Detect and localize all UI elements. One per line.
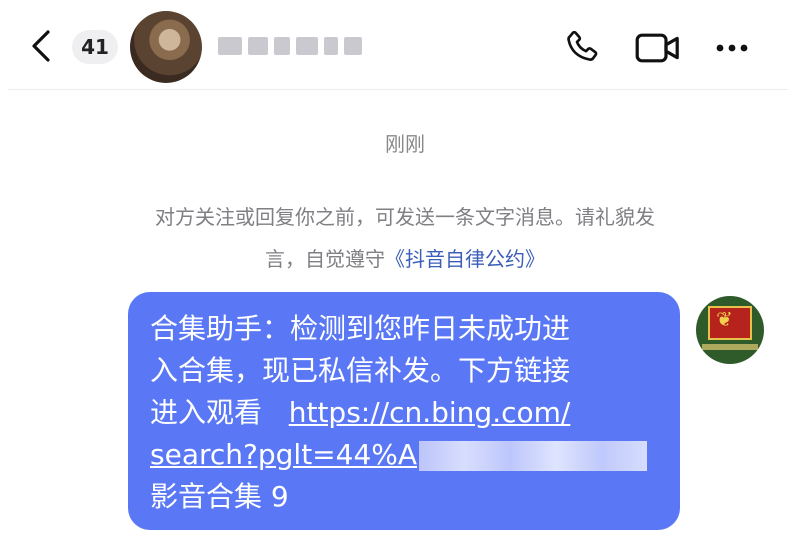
system-notice: 对方关注或回复你之前，可发送一条文字消息。请礼貌发 言，自觉遵守《抖音自律公约》 bbox=[95, 196, 715, 280]
notice-line-2: 言，自觉遵守《抖音自律公约》 bbox=[95, 238, 715, 280]
more-icon[interactable] bbox=[712, 28, 752, 68]
contact-name-redacted[interactable] bbox=[218, 34, 368, 58]
video-call-icon[interactable] bbox=[634, 28, 682, 68]
sent-message-bubble[interactable]: 合集助手：检测到您昨日未成功进 入合集，现已私信补发。下方链接 进入观看 htt… bbox=[128, 292, 680, 530]
chat-header: 41 bbox=[0, 0, 810, 90]
sender-avatar-caption-graphic bbox=[702, 344, 758, 350]
message-timestamp: 刚刚 bbox=[385, 132, 425, 156]
dragon-icon: ❦ bbox=[716, 307, 733, 331]
sender-avatar[interactable]: ❦ bbox=[696, 296, 764, 364]
notice-line-2-text: 言，自觉遵守 bbox=[265, 247, 385, 271]
message-line: 入合集，现已私信补发。下方链接 bbox=[150, 354, 571, 387]
notice-line-1: 对方关注或回复你之前，可发送一条文字消息。请礼貌发 bbox=[155, 205, 655, 229]
unread-count-badge[interactable]: 41 bbox=[72, 30, 118, 64]
convention-link[interactable]: 《抖音自律公约》 bbox=[385, 247, 545, 271]
message-text: 进入观看 bbox=[150, 396, 263, 429]
phone-icon[interactable] bbox=[562, 28, 602, 68]
message-line: 合集助手：检测到您昨日未成功进 bbox=[150, 312, 571, 345]
message-line: search?pglt=44%A bbox=[150, 434, 658, 476]
redacted-link-segment bbox=[419, 441, 648, 471]
message-link-continued[interactable]: search?pglt=44%A bbox=[150, 438, 417, 471]
message-line: 影音合集 9 bbox=[150, 480, 289, 513]
contact-avatar[interactable] bbox=[130, 11, 202, 83]
back-chevron-icon[interactable] bbox=[26, 28, 58, 64]
message-line: 进入观看 https://cn.bing.com/ bbox=[150, 392, 658, 434]
message-link[interactable]: https://cn.bing.com/ bbox=[289, 396, 571, 429]
header-divider bbox=[8, 89, 788, 90]
